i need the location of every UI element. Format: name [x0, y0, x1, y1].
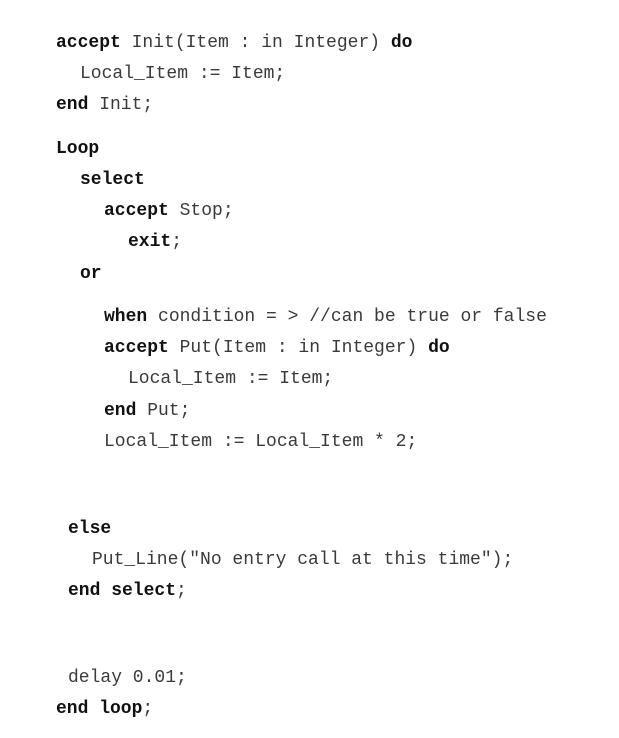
code-keyword: do: [390, 33, 413, 53]
code-text: Init;: [88, 95, 154, 115]
code-line: end Init;: [56, 94, 153, 116]
code-text: Put;: [136, 401, 191, 421]
code-line: exit;: [128, 231, 182, 253]
code-text: Put(Item : in Integer): [168, 338, 429, 358]
code-keyword: Loop: [56, 139, 100, 159]
code-line: end loop;: [56, 698, 153, 720]
code-text: Local_Item := Item;: [80, 64, 286, 84]
code-keyword: or: [80, 264, 102, 284]
code-line: when condition = > //can be true or fals…: [104, 306, 547, 328]
code-keyword: end: [104, 401, 137, 421]
code-text: ;: [171, 232, 183, 252]
code-keyword: end select: [68, 581, 177, 601]
code-keyword: else: [68, 519, 112, 539]
code-text: delay 0.01;: [68, 668, 187, 688]
code-keyword: select: [80, 170, 145, 190]
code-line: Local_Item := Item;: [128, 368, 333, 390]
code-keyword: exit: [128, 232, 172, 252]
code-keyword: end: [56, 95, 89, 115]
code-line: end select;: [68, 580, 187, 602]
code-text: Local_Item := Item;: [128, 369, 334, 389]
code-keyword: when: [104, 307, 148, 327]
code-line: or: [80, 263, 102, 285]
code-line: accept Put(Item : in Integer) do: [104, 337, 450, 359]
code-keyword: accept: [56, 33, 121, 53]
code-line: Local_Item := Item;: [80, 63, 285, 85]
code-keyword: do: [428, 338, 450, 358]
code-line: accept Stop;: [104, 200, 234, 222]
code-listing: accept Init(Item : in Integer) do Local_…: [0, 0, 619, 738]
code-line: delay 0.01;: [68, 667, 187, 689]
code-text: ;: [142, 699, 154, 719]
code-keyword: accept: [104, 201, 169, 221]
code-text: Local_Item := Local_Item * 2;: [104, 432, 418, 452]
code-line: Local_Item := Local_Item * 2;: [104, 431, 417, 453]
code-line: accept Init(Item : in Integer) do: [56, 32, 412, 54]
code-line: Loop: [56, 138, 99, 160]
code-keyword: end loop: [56, 699, 143, 719]
code-line: end Put;: [104, 400, 190, 422]
code-text: Put_Line("No entry call at this time");: [92, 550, 514, 570]
code-text: ;: [176, 581, 187, 601]
code-line: Put_Line("No entry call at this time");: [92, 549, 513, 571]
code-text: Stop;: [168, 201, 234, 221]
code-line: else: [68, 518, 111, 540]
code-text: condition = > //can be true or false: [147, 307, 547, 327]
code-text: Init(Item : in Integer): [120, 33, 391, 53]
code-line: select: [80, 169, 145, 191]
code-keyword: accept: [104, 338, 169, 358]
